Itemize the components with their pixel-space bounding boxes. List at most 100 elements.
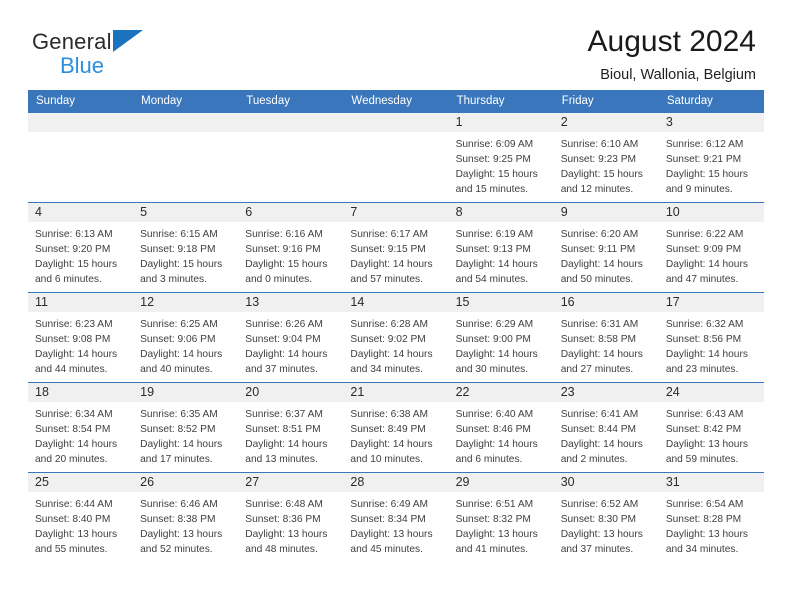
sunrise-time: Sunrise: 6:35 AM [140,409,218,420]
calendar-day-cell[interactable]: 13 Sunrise: 6:26 AM Sunset: 9:04 PM Dayligh… [238,292,344,382]
calendar-day-cell[interactable]: 15 Sunrise: 6:29 AM Sunset: 9:00 PM Dayligh… [448,292,554,382]
day-details: Sunrise: 6:25 AM Sunset: 9:06 PM Daylight:… [133,312,238,377]
calendar-day-cell[interactable]: 28 Sunrise: 6:49 AM Sunset: 8:34 PM Dayligh… [343,472,449,562]
calendar-cell-inner: 26 Sunrise: 6:46 AM Sunset: 8:38 PM Dayligh… [133,472,239,562]
weekday-header-wednesday: Wednesday [343,90,449,112]
calendar-day-cell[interactable]: 18 Sunrise: 6:34 AM Sunset: 8:54 PM Dayligh… [28,382,134,472]
calendar-day-cell[interactable]: 31 Sunrise: 6:54 AM Sunset: 8:28 PM Dayligh… [658,472,764,562]
daylight-duration-line1: Daylight: 13 hours [350,529,433,541]
daylight-duration-line1: Daylight: 14 hours [560,349,643,361]
day-details: Sunrise: 6:41 AM Sunset: 8:44 PM Daylight:… [554,402,659,467]
daylight-duration-line2: and 52 minutes. [140,544,213,556]
sunrise-time: Sunrise: 6:32 AM [665,319,744,330]
calendar-week-row: 18 Sunrise: 6:34 AM Sunset: 8:54 PM Dayligh… [28,382,764,472]
calendar-day-cell[interactable]: 1 Sunrise: 6:09 AM Sunset: 9:25 PM Daylight… [448,112,554,202]
day-details: Sunrise: 6:22 AM Sunset: 9:09 PM Daylight:… [659,222,764,287]
daylight-duration-line1: Daylight: 15 hours [140,259,223,271]
daylight-duration-line2: and 47 minutes. [665,274,739,286]
calendar-day-cell[interactable]: 26 Sunrise: 6:46 AM Sunset: 8:38 PM Dayligh… [133,472,239,562]
sunrise-time: Sunrise: 6:41 AM [560,409,639,420]
page-header: General Blue August 2024 Bioul, Wallonia… [0,0,792,83]
calendar-day-cell[interactable]: 27 Sunrise: 6:48 AM Sunset: 8:36 PM Dayligh… [238,472,344,562]
daylight-duration-line2: and 27 minutes. [560,364,634,376]
calendar-day-cell[interactable]: 5 Sunrise: 6:15 AM Sunset: 9:18 PM Daylight… [133,202,239,292]
daylight-duration-line2: and 13 minutes. [245,454,318,466]
logo-text-general: General [32,29,112,54]
calendar-day-cell[interactable]: 25 Sunrise: 6:44 AM Sunset: 8:40 PM Dayligh… [28,472,134,562]
calendar-cell-inner: 22 Sunrise: 6:40 AM Sunset: 8:46 PM Dayligh… [448,382,554,472]
sunrise-time: Sunrise: 6:10 AM [560,139,639,150]
sunset-time: Sunset: 8:46 PM [455,424,531,436]
calendar-day-cell[interactable]: 29 Sunrise: 6:51 AM Sunset: 8:32 PM Dayligh… [448,472,554,562]
day-number: 6 [238,203,344,222]
daylight-duration-line2: and 34 minutes. [665,544,739,556]
sunrise-time: Sunrise: 6:28 AM [350,319,429,330]
day-details: Sunrise: 6:49 AM Sunset: 8:34 PM Daylight:… [343,492,448,557]
calendar-day-cell[interactable]: 30 Sunrise: 6:52 AM Sunset: 8:30 PM Dayligh… [553,472,659,562]
daylight-duration-line2: and 20 minutes. [35,454,108,466]
calendar-cell-inner: 15 Sunrise: 6:29 AM Sunset: 9:00 PM Dayligh… [448,292,554,382]
calendar-day-cell[interactable]: 2 Sunrise: 6:10 AM Sunset: 9:23 PM Daylight… [553,112,659,202]
sunset-time: Sunset: 9:16 PM [245,244,321,256]
calendar-day-cell[interactable]: 22 Sunrise: 6:40 AM Sunset: 8:46 PM Dayligh… [448,382,554,472]
calendar-day-cell[interactable]: 23 Sunrise: 6:41 AM Sunset: 8:44 PM Dayligh… [553,382,659,472]
calendar-day-cell[interactable]: 21 Sunrise: 6:38 AM Sunset: 8:49 PM Dayligh… [343,382,449,472]
daylight-duration-line2: and 59 minutes. [665,454,739,466]
day-number: 23 [553,383,659,402]
calendar-day-cell[interactable]: 4 Sunrise: 6:13 AM Sunset: 9:20 PM Daylight… [28,202,134,292]
day-number: 4 [28,203,134,222]
daylight-duration-line1: Daylight: 13 hours [665,529,748,541]
calendar-week-row: 11 Sunrise: 6:23 AM Sunset: 9:08 PM Dayligh… [28,292,764,382]
daylight-duration-line1: Daylight: 14 hours [140,439,223,451]
calendar-cell-inner: 4 Sunrise: 6:13 AM Sunset: 9:20 PM Daylight… [28,202,134,292]
day-number: 17 [658,293,764,312]
calendar-day-cell[interactable]: 12 Sunrise: 6:25 AM Sunset: 9:06 PM Dayligh… [133,292,239,382]
day-details: Sunrise: 6:35 AM Sunset: 8:52 PM Daylight:… [133,402,238,467]
calendar-cell-inner: 6 Sunrise: 6:16 AM Sunset: 9:16 PM Daylight… [238,202,344,292]
day-details: Sunrise: 6:51 AM Sunset: 8:32 PM Daylight:… [449,492,554,557]
calendar-day-cell[interactable]: 6 Sunrise: 6:16 AM Sunset: 9:16 PM Daylight… [238,202,344,292]
calendar-day-cell[interactable]: 11 Sunrise: 6:23 AM Sunset: 9:08 PM Dayligh… [28,292,134,382]
sunset-time: Sunset: 9:00 PM [455,334,531,346]
calendar-cell-inner: 13 Sunrise: 6:26 AM Sunset: 9:04 PM Dayligh… [238,292,344,382]
daylight-duration-line2: and 54 minutes. [455,274,529,286]
sunrise-time: Sunrise: 6:13 AM [35,229,113,240]
daylight-duration-line1: Daylight: 15 hours [35,259,118,271]
weekday-header-sunday: Sunday [28,90,134,112]
calendar-day-cell[interactable]: 19 Sunrise: 6:35 AM Sunset: 8:52 PM Dayligh… [133,382,239,472]
calendar-day-cell[interactable]: 9 Sunrise: 6:20 AM Sunset: 9:11 PM Daylight… [553,202,659,292]
day-details: Sunrise: 6:40 AM Sunset: 8:46 PM Daylight:… [449,402,554,467]
day-number: 16 [553,293,659,312]
daylight-duration-line2: and 37 minutes. [245,364,318,376]
daylight-duration-line1: Daylight: 14 hours [350,259,433,271]
sunset-time: Sunset: 9:02 PM [350,334,426,346]
sunset-time: Sunset: 9:18 PM [140,244,216,256]
calendar-day-cell[interactable]: 16 Sunrise: 6:31 AM Sunset: 8:58 PM Dayligh… [553,292,659,382]
sunrise-time: Sunrise: 6:54 AM [665,499,744,510]
daylight-duration-line1: Daylight: 15 hours [665,169,748,181]
calendar-day-cell[interactable]: 24 Sunrise: 6:43 AM Sunset: 8:42 PM Dayligh… [658,382,764,472]
daylight-duration-line1: Daylight: 14 hours [665,259,748,271]
sunrise-time: Sunrise: 6:17 AM [350,229,429,240]
calendar-day-cell[interactable]: 14 Sunrise: 6:28 AM Sunset: 9:02 PM Dayligh… [343,292,449,382]
day-number: 25 [28,473,134,492]
sunset-time: Sunset: 8:36 PM [245,514,321,526]
daylight-duration-line2: and 40 minutes. [140,364,213,376]
page-subtitle: Bioul, Wallonia, Belgium [600,66,756,83]
daylight-duration-line2: and 6 minutes. [35,274,102,286]
calendar-day-cell[interactable]: 8 Sunrise: 6:19 AM Sunset: 9:13 PM Daylight… [448,202,554,292]
calendar-cell-inner: 1 Sunrise: 6:09 AM Sunset: 9:25 PM Daylight… [448,112,554,202]
calendar-cell-inner [238,112,344,202]
daylight-duration-line1: Daylight: 15 hours [455,169,538,181]
calendar-day-cell[interactable]: 20 Sunrise: 6:37 AM Sunset: 8:51 PM Dayligh… [238,382,344,472]
daylight-duration-line1: Daylight: 15 hours [245,259,328,271]
day-number: 24 [658,383,764,402]
daylight-duration-line1: Daylight: 13 hours [560,529,643,541]
sunrise-time: Sunrise: 6:19 AM [455,229,534,240]
calendar-day-cell[interactable]: 3 Sunrise: 6:12 AM Sunset: 9:21 PM Daylight… [658,112,764,202]
calendar-day-cell[interactable]: 17 Sunrise: 6:32 AM Sunset: 8:56 PM Dayligh… [658,292,764,382]
sunrise-time: Sunrise: 6:15 AM [140,229,218,240]
calendar-cell-inner: 20 Sunrise: 6:37 AM Sunset: 8:51 PM Dayligh… [238,382,344,472]
calendar-day-cell[interactable]: 10 Sunrise: 6:22 AM Sunset: 9:09 PM Dayligh… [658,202,764,292]
calendar-day-cell[interactable]: 7 Sunrise: 6:17 AM Sunset: 9:15 PM Daylight… [343,202,449,292]
